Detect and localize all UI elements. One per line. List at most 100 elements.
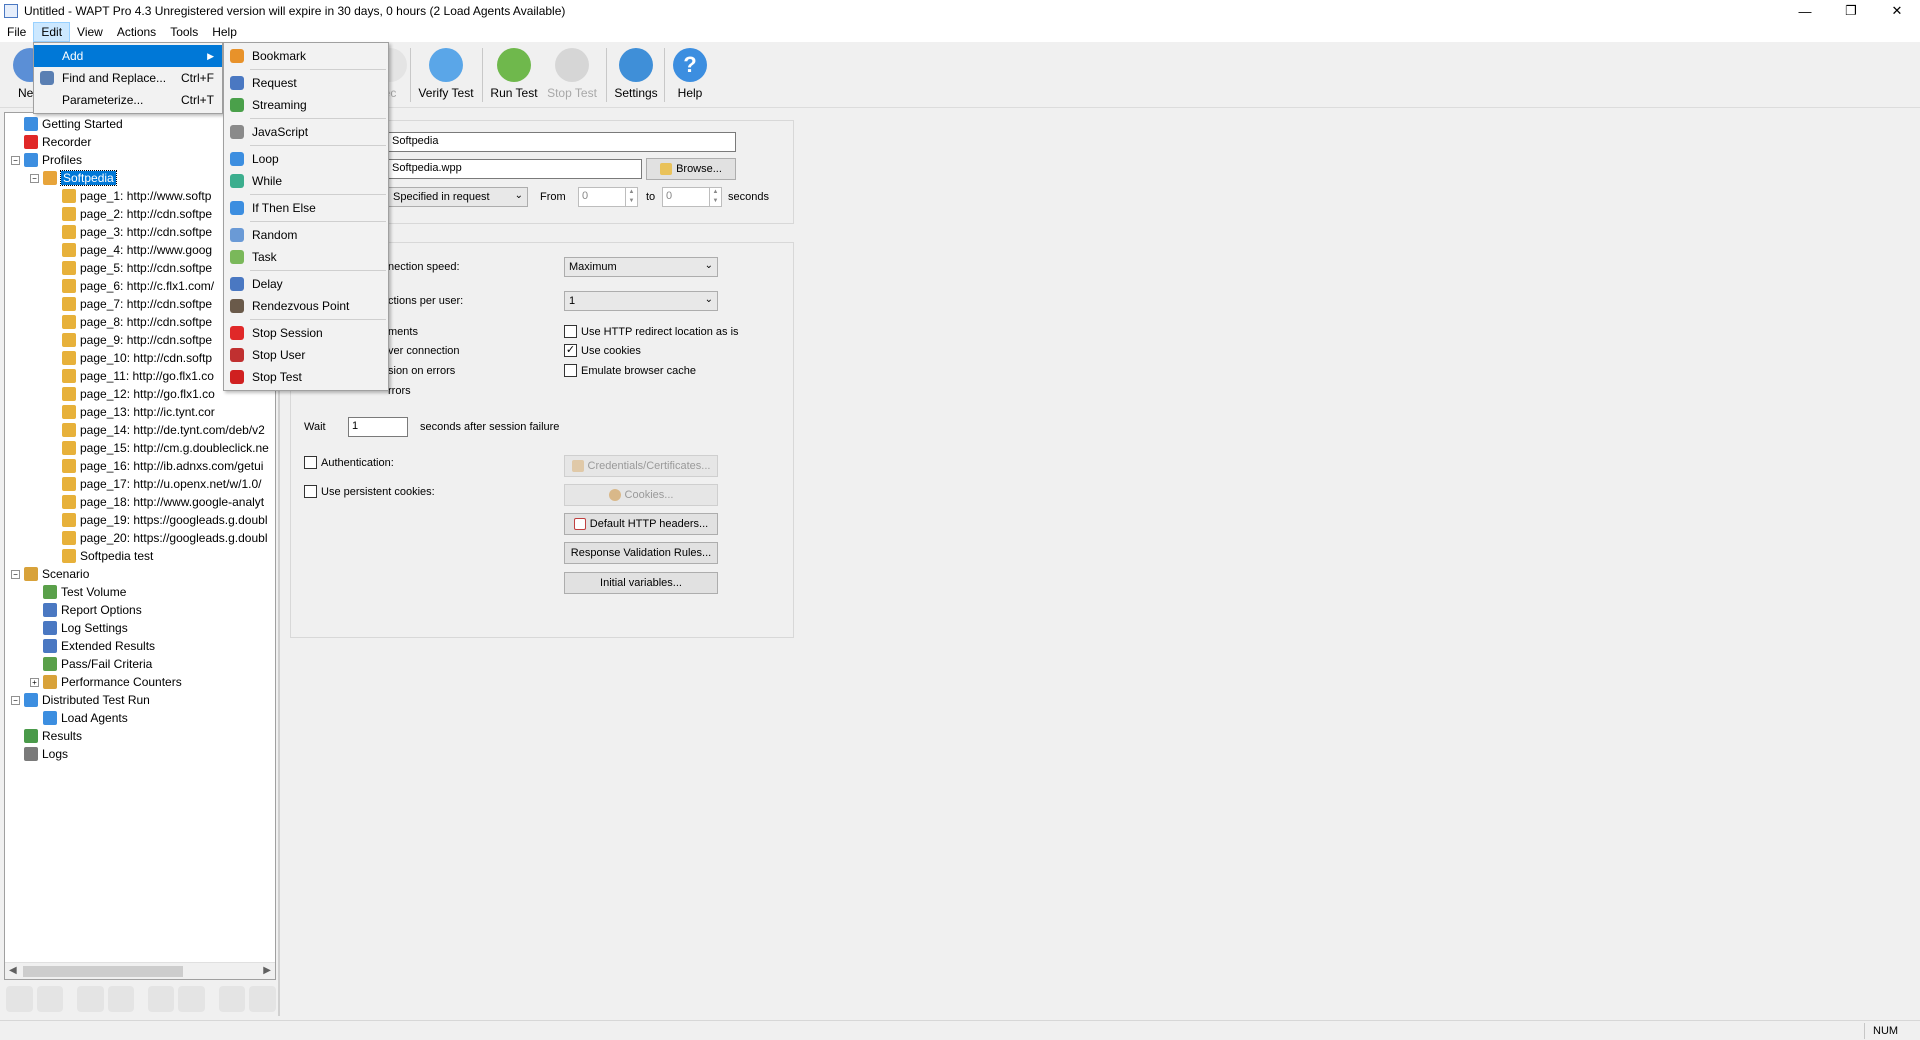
settings-button[interactable]: Settings — [606, 46, 666, 104]
tree-page[interactable]: page_5: http://cdn.softpe — [49, 259, 212, 277]
menu-item-rendezvous-point[interactable]: Rendezvous Point — [224, 295, 388, 317]
authentication-checkbox[interactable]: Authentication: — [304, 456, 394, 469]
expand-icon[interactable]: + — [30, 677, 39, 687]
tree-scenario-item[interactable]: Test Volume — [30, 583, 126, 601]
spin-icon[interactable]: ▲ ▼ — [709, 188, 721, 206]
minimize-button[interactable]: — — [1782, 0, 1828, 22]
settings-icon[interactable] — [218, 986, 246, 1012]
tree-page[interactable]: page_3: http://cdn.softpe — [49, 223, 212, 241]
use-redirect-checkbox[interactable]: Use HTTP redirect location as is — [564, 325, 739, 338]
tree-getting-started[interactable]: Getting Started — [11, 115, 123, 133]
menu-item-while[interactable]: While — [224, 170, 388, 192]
think-time-select[interactable]: Specified in request ⌄ — [388, 187, 528, 207]
menu-view[interactable]: View — [70, 22, 110, 42]
tree-results[interactable]: Results — [11, 727, 82, 745]
connection-speed-select[interactable]: Maximum ⌄ — [564, 257, 718, 277]
scroll-right-icon[interactable]: ▶ — [263, 965, 271, 976]
spin-icon[interactable]: ▲ ▼ — [625, 188, 637, 206]
tree-page[interactable]: page_17: http://u.openx.net/w/1.0/ — [49, 475, 261, 493]
tree-page[interactable]: page_6: http://c.flx1.com/ — [49, 277, 214, 295]
add-page-icon[interactable] — [36, 986, 64, 1012]
credentials-button[interactable]: Credentials/Certificates... — [564, 455, 718, 477]
menu-item-bookmark[interactable]: Bookmark — [224, 45, 388, 67]
menu-edit[interactable]: Edit — [33, 22, 71, 42]
verify-test-button[interactable]: Verify Test — [416, 46, 476, 104]
tree-page[interactable]: page_15: http://cm.g.doubleclick.ne — [49, 439, 269, 457]
connections-per-user-select[interactable]: 1 ⌄ — [564, 291, 718, 311]
to-stepper[interactable]: 0 ▲ ▼ — [662, 187, 722, 207]
use-cookies-checkbox[interactable]: ✓ Use cookies — [564, 344, 641, 357]
tree-distributed-test-run[interactable]: − Distributed Test Run — [11, 691, 150, 709]
menu-file[interactable]: File — [0, 22, 33, 42]
stop-test-button[interactable]: Stop Test — [542, 46, 602, 104]
collapse-icon[interactable]: − — [11, 569, 20, 579]
tree-page[interactable]: Softpedia test — [49, 547, 153, 565]
menu-item-stop-test[interactable]: Stop Test — [224, 366, 388, 388]
tree-page[interactable]: page_16: http://ib.adnxs.com/getui — [49, 457, 263, 475]
tree-load-agents[interactable]: Load Agents — [30, 709, 128, 727]
tree-recorder[interactable]: Recorder — [11, 133, 91, 151]
tree-page[interactable]: page_14: http://de.tynt.com/deb/v2 — [49, 421, 265, 439]
menu-item-request[interactable]: Request — [224, 72, 388, 94]
scrollbar-thumb[interactable] — [23, 966, 183, 977]
copy-icon[interactable] — [147, 986, 175, 1012]
from-stepper[interactable]: 0 ▲ ▼ — [578, 187, 638, 207]
menu-item-parameterize[interactable]: Parameterize... Ctrl+T — [34, 89, 222, 111]
close-button[interactable]: ✕ — [1874, 0, 1920, 22]
tree-page[interactable]: page_7: http://cdn.softpe — [49, 295, 212, 313]
initial-variables-button[interactable]: Initial variables... — [564, 572, 718, 594]
collapse-icon[interactable]: − — [11, 695, 20, 705]
tree-page[interactable]: page_11: http://go.flx1.co — [49, 367, 214, 385]
tree-scenario-item[interactable]: Report Options — [30, 601, 142, 619]
persistent-cookies-checkbox[interactable]: Use persistent cookies: — [304, 485, 435, 498]
tree-page[interactable]: page_19: https://googleads.g.doubl — [49, 511, 268, 529]
menu-actions[interactable]: Actions — [110, 22, 163, 42]
menu-item-javascript[interactable]: JavaScript — [224, 121, 388, 143]
tree-profile-softpedia[interactable]: − Softpedia — [30, 169, 117, 187]
tree-logs[interactable]: Logs — [11, 745, 68, 763]
tree-scenario[interactable]: − Scenario — [11, 565, 89, 583]
collapse-icon[interactable]: − — [30, 173, 39, 183]
profile-name-input[interactable]: Softpedia — [388, 132, 736, 152]
menu-item-streaming[interactable]: Streaming — [224, 94, 388, 116]
menu-item-delay[interactable]: Delay — [224, 273, 388, 295]
check-icon[interactable]: ✓ — [564, 344, 577, 357]
move-up-icon[interactable] — [76, 986, 104, 1012]
horizontal-scrollbar[interactable]: ◀ ▶ — [5, 962, 275, 979]
restore-button[interactable]: ❐ — [1828, 0, 1874, 22]
move-down-icon[interactable] — [107, 986, 135, 1012]
menu-help[interactable]: Help — [205, 22, 244, 42]
paste-icon[interactable] — [178, 986, 206, 1012]
collapse-icon[interactable]: − — [11, 155, 20, 165]
menu-item-stop-user[interactable]: Stop User — [224, 344, 388, 366]
tree-page[interactable]: page_4: http://www.goog — [49, 241, 212, 259]
tree-page[interactable]: page_9: http://cdn.softpe — [49, 331, 212, 349]
tree-page[interactable]: page_8: http://cdn.softpe — [49, 313, 212, 331]
tree-profiles[interactable]: − Profiles — [11, 151, 82, 169]
tree-page[interactable]: page_2: http://cdn.softpe — [49, 205, 212, 223]
wait-input[interactable]: 1 — [348, 417, 408, 437]
tree-page[interactable]: page_12: http://go.flx1.co — [49, 385, 215, 403]
help-button[interactable]: ? Help — [660, 46, 720, 104]
cookies-button[interactable]: Cookies... — [564, 484, 718, 506]
browse-button[interactable]: Browse... — [646, 158, 736, 180]
default-headers-button[interactable]: Default HTTP headers... — [564, 513, 718, 535]
menu-item-add[interactable]: Add ▶ — [34, 45, 222, 67]
validation-rules-button[interactable]: Response Validation Rules... — [564, 542, 718, 564]
tree-scenario-item[interactable]: + Performance Counters — [30, 673, 182, 691]
add-profile-icon[interactable] — [6, 986, 33, 1012]
run-test-button[interactable]: Run Test — [484, 46, 544, 104]
tree-scenario-item[interactable]: Extended Results — [30, 637, 155, 655]
menu-item-stop-session[interactable]: Stop Session — [224, 322, 388, 344]
menu-item-task[interactable]: Task — [224, 246, 388, 268]
menu-item-random[interactable]: Random — [224, 224, 388, 246]
options-icon[interactable] — [249, 986, 276, 1012]
menu-item-find-replace[interactable]: Find and Replace... Ctrl+F — [34, 67, 222, 89]
emulate-cache-checkbox[interactable]: Emulate browser cache — [564, 364, 696, 377]
tree-scenario-item[interactable]: Pass/Fail Criteria — [30, 655, 152, 673]
tree-page[interactable]: page_13: http://ic.tynt.cor — [49, 403, 215, 421]
menu-tools[interactable]: Tools — [163, 22, 205, 42]
tree-page[interactable]: page_20: https://googleads.g.doubl — [49, 529, 268, 547]
menu-item-if-then-else[interactable]: If Then Else — [224, 197, 388, 219]
tree-scenario-item[interactable]: Log Settings — [30, 619, 128, 637]
